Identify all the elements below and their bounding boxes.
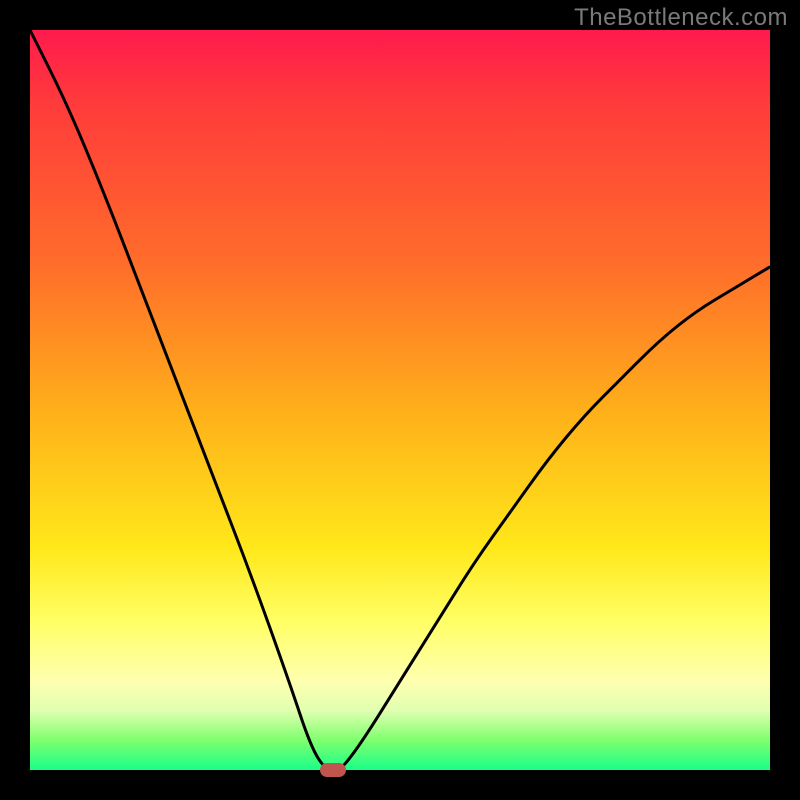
bottleneck-curve [30,30,770,770]
curve-path [30,30,770,770]
chart-frame: TheBottleneck.com [0,0,800,800]
minimum-marker [320,763,346,777]
watermark-text: TheBottleneck.com [574,4,788,32]
plot-area [30,30,770,770]
